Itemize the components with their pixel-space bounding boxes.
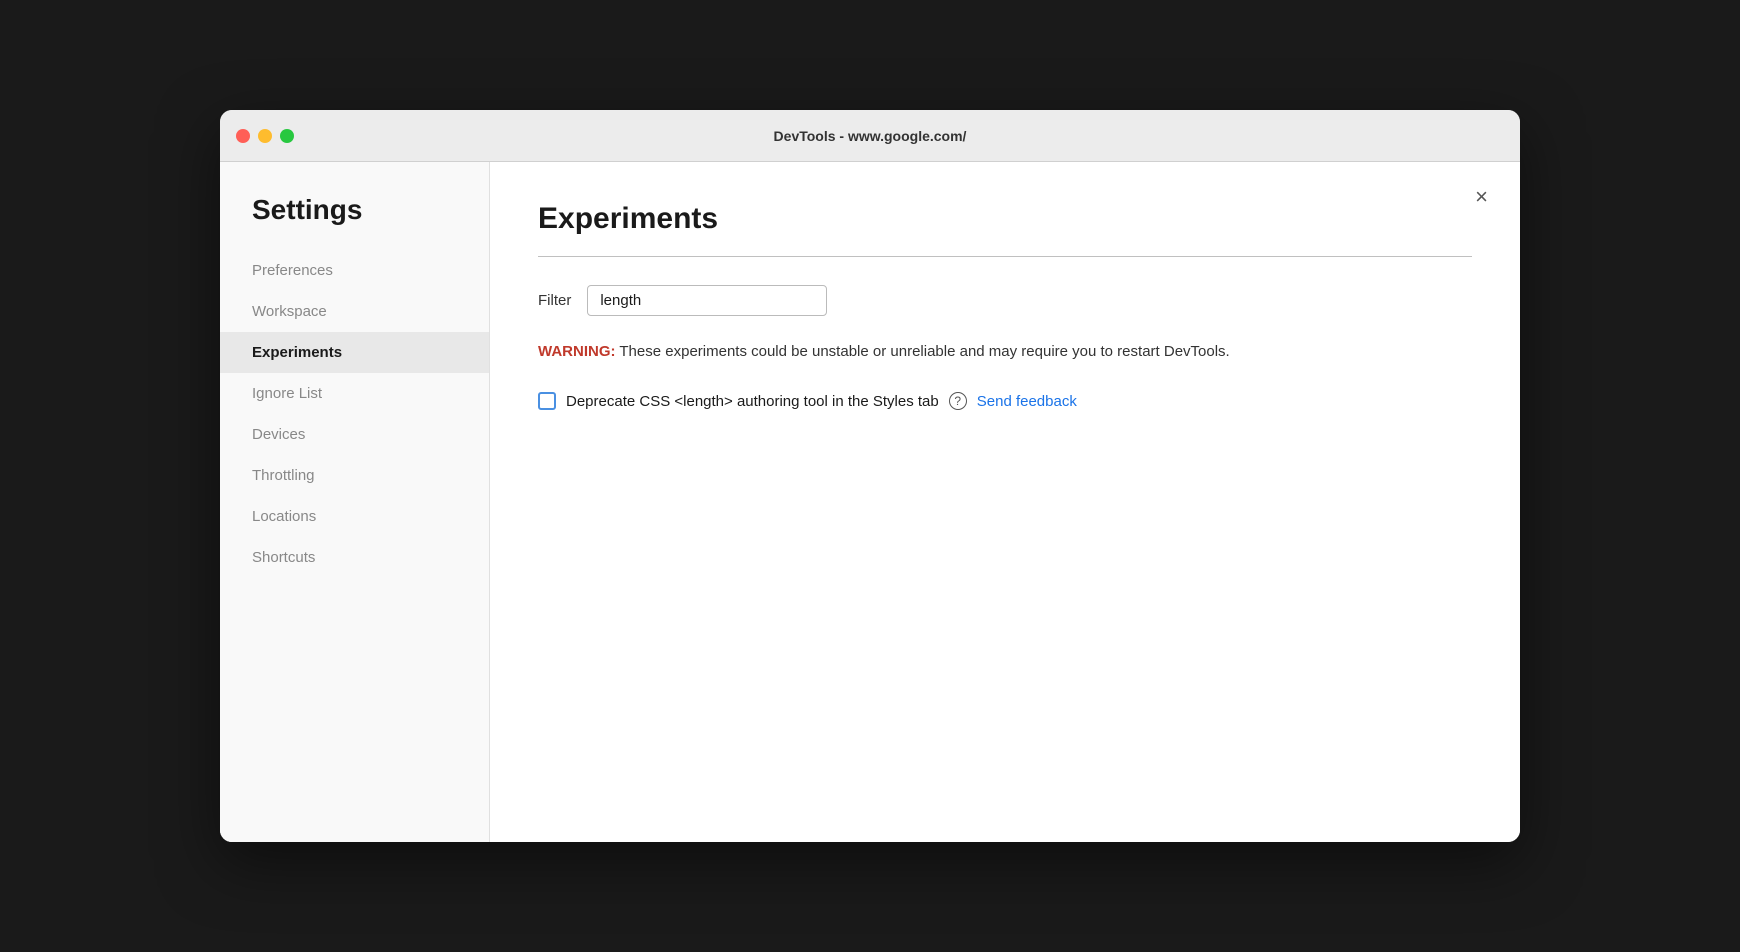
close-window-button[interactable] — [236, 129, 250, 143]
sidebar-item-shortcuts[interactable]: Shortcuts — [220, 537, 489, 578]
filter-row: Filter — [538, 285, 1472, 316]
warning-text: These experiments could be unstable or u… — [616, 343, 1230, 360]
experiment-item-deprecate-css-length: Deprecate CSS <length> authoring tool in… — [538, 392, 1472, 410]
experiment-label-deprecate-css-length: Deprecate CSS <length> authoring tool in… — [566, 393, 939, 410]
warning-label: WARNING: — [538, 343, 616, 360]
maximize-window-button[interactable] — [280, 129, 294, 143]
window-title: DevTools - www.google.com/ — [774, 128, 967, 144]
traffic-lights — [236, 129, 294, 143]
titlebar: DevTools - www.google.com/ — [220, 110, 1520, 162]
experiment-checkbox-deprecate-css-length[interactable] — [538, 392, 556, 410]
section-divider — [538, 256, 1472, 257]
sidebar-title: Settings — [220, 194, 489, 226]
main-panel: × Experiments Filter WARNING: These expe… — [490, 162, 1520, 842]
sidebar-item-devices[interactable]: Devices — [220, 414, 489, 455]
sidebar-item-throttling[interactable]: Throttling — [220, 455, 489, 496]
sidebar-item-experiments[interactable]: Experiments — [220, 332, 489, 373]
send-feedback-link[interactable]: Send feedback — [977, 393, 1077, 410]
sidebar: Settings Preferences Workspace Experimen… — [220, 162, 490, 842]
page-title: Experiments — [538, 202, 1472, 236]
sidebar-item-ignore-list[interactable]: Ignore List — [220, 373, 489, 414]
sidebar-item-preferences[interactable]: Preferences — [220, 250, 489, 291]
filter-input[interactable] — [587, 285, 827, 316]
filter-label: Filter — [538, 292, 571, 309]
help-icon[interactable]: ? — [949, 392, 967, 410]
devtools-window: DevTools - www.google.com/ Settings Pref… — [220, 110, 1520, 842]
sidebar-item-workspace[interactable]: Workspace — [220, 291, 489, 332]
sidebar-item-locations[interactable]: Locations — [220, 496, 489, 537]
close-settings-button[interactable]: × — [1471, 182, 1492, 212]
content-area: Settings Preferences Workspace Experimen… — [220, 162, 1520, 842]
minimize-window-button[interactable] — [258, 129, 272, 143]
warning-message: WARNING: These experiments could be unst… — [538, 340, 1472, 364]
